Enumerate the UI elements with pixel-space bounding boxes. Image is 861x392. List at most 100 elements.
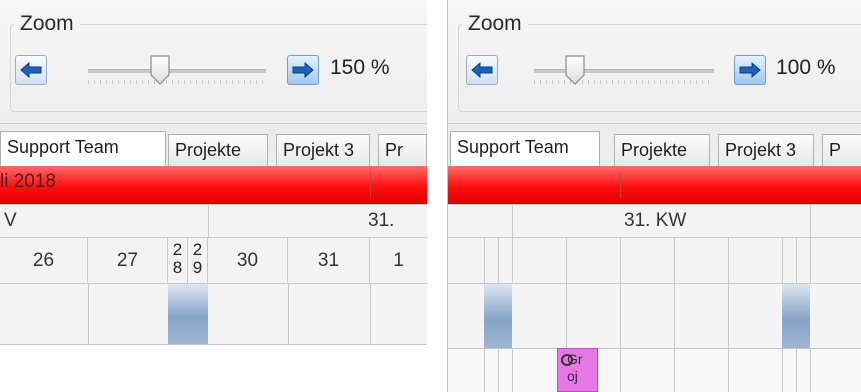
zoom-slider-thumb[interactable] <box>564 55 586 85</box>
week-label-left: V <box>4 210 17 231</box>
day-label-28: 2 <box>172 240 183 259</box>
grid-line <box>370 284 371 344</box>
tab-projekte[interactable]: Projekte <box>168 134 268 166</box>
zoom-slider-ticks <box>534 80 714 84</box>
day-cell[interactable]: 31 <box>288 238 370 283</box>
day-cell-28[interactable]: 2 8 <box>168 238 188 283</box>
grid-line <box>728 238 729 283</box>
arrow-right-icon <box>739 62 761 78</box>
day-label: 26 <box>32 250 55 271</box>
day-cell[interactable]: 30 <box>208 238 288 283</box>
zoom-in-button[interactable] <box>287 55 319 85</box>
grid-line <box>484 238 485 283</box>
zoom-out-button[interactable] <box>15 55 47 85</box>
tab-support-team[interactable]: Support Team <box>0 131 166 167</box>
grid-line <box>796 349 797 392</box>
week-row: V 31. <box>0 205 427 238</box>
grid-line <box>674 238 675 283</box>
grid-line <box>620 238 621 283</box>
day-cell[interactable]: 27 <box>88 238 168 283</box>
grid-line <box>728 349 729 392</box>
tab-projekt-3[interactable]: Projekt 3 <box>276 134 370 166</box>
week-divider <box>512 205 513 237</box>
day-label: 1 <box>393 250 404 271</box>
scheduler-view-100: Zoom 100 % Support Team Projekte Projekt… <box>447 0 861 392</box>
project-tabs: Support Team Projekte Projekt 3 P <box>448 123 861 167</box>
grid-line <box>674 284 675 348</box>
day-label: 31 <box>317 250 340 271</box>
grid-line <box>782 349 783 392</box>
tab-p[interactable]: P <box>822 134 861 166</box>
project-tabs: Support Team Projekte Projekt 3 Pr <box>0 123 427 167</box>
weekend-column <box>484 284 498 348</box>
zoom-slider-ticks <box>88 80 266 84</box>
grid-line <box>88 284 89 344</box>
tab-support-team[interactable]: Support Team <box>450 131 600 167</box>
zoom-title: Zoom <box>462 12 528 36</box>
schedule-row[interactable] <box>448 284 861 349</box>
grid-line <box>484 349 485 392</box>
grid-line <box>674 349 675 392</box>
grid-line <box>620 284 621 348</box>
grid-line <box>810 238 811 283</box>
zoom-area: Zoom 100 % <box>448 0 861 123</box>
week-divider <box>810 205 811 237</box>
arrow-left-icon <box>20 62 42 78</box>
day-cell[interactable]: 26 <box>0 238 88 283</box>
zoom-slider-track[interactable] <box>88 69 266 73</box>
grid-line <box>620 349 621 392</box>
zoom-title: Zoom <box>14 12 80 36</box>
month-bar: li 2018 <box>0 166 427 205</box>
scheduler-view-150: Zoom 150 % Support Team Projekte Projekt… <box>0 0 427 392</box>
grid-line <box>566 238 567 283</box>
day-label: 30 <box>236 250 259 271</box>
day-cell[interactable]: 1 <box>370 238 427 283</box>
month-bar <box>448 166 861 205</box>
zoom-value: 100 % <box>776 56 836 79</box>
month-separator <box>370 172 371 198</box>
zoom-area: Zoom 150 % <box>0 0 427 123</box>
week-divider <box>208 205 209 237</box>
zoom-out-button[interactable] <box>466 55 498 85</box>
arrow-left-icon <box>471 62 493 78</box>
day-label: 27 <box>116 250 139 271</box>
task-label: Gr oj <box>567 351 583 384</box>
grid-line <box>498 349 499 392</box>
grid-line <box>512 349 513 392</box>
zoom-value: 150 % <box>330 56 390 79</box>
weekend-column <box>188 284 208 344</box>
week-label-right: 31. <box>368 210 395 231</box>
weekend-column <box>796 284 810 348</box>
day-label-digit: 8 <box>172 258 183 277</box>
task-bar[interactable]: Gr oj <box>557 348 598 392</box>
grid-line <box>288 284 289 344</box>
grid-line <box>728 284 729 348</box>
grid-line <box>782 238 783 283</box>
zoom-in-button[interactable] <box>734 55 766 85</box>
grid-line <box>796 238 797 283</box>
zoom-slider-thumb[interactable] <box>149 55 171 85</box>
schedule-row-2[interactable] <box>448 349 861 392</box>
month-label: li 2018 <box>0 171 56 192</box>
grid-line <box>810 349 811 392</box>
zoom-slider-track[interactable] <box>534 69 714 73</box>
weekend-column <box>782 284 796 348</box>
day-cell-29[interactable]: 2 9 <box>188 238 208 283</box>
day-label-29: 2 <box>192 240 203 259</box>
weekend-column <box>498 284 512 348</box>
grid-line <box>566 284 567 348</box>
day-row <box>448 238 861 284</box>
week-label: 31. KW <box>624 210 687 231</box>
schedule-row[interactable] <box>0 284 427 345</box>
weekend-column <box>168 284 188 344</box>
tab-pr[interactable]: Pr <box>378 134 427 166</box>
month-separator <box>620 172 621 198</box>
grid-line <box>498 238 499 283</box>
week-row: 31. KW <box>448 205 861 238</box>
grid-line <box>512 238 513 283</box>
day-row: 26 27 2 8 2 9 30 31 1 <box>0 238 427 284</box>
tab-projekt-3[interactable]: Projekt 3 <box>718 134 814 166</box>
tab-projekte[interactable]: Projekte <box>614 134 710 166</box>
arrow-right-icon <box>292 62 314 78</box>
day-label-digit: 9 <box>192 258 203 277</box>
